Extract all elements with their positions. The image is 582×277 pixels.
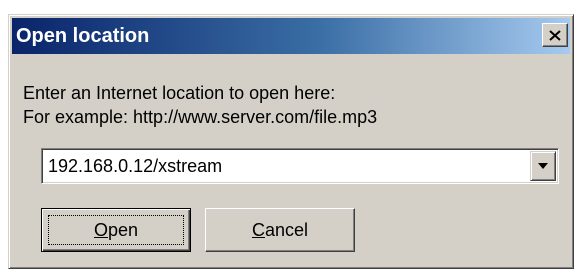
- close-icon: [549, 29, 561, 41]
- open-button-mnemonic: O: [93, 219, 108, 240]
- location-input[interactable]: [46, 152, 528, 180]
- cancel-button[interactable]: Cancel: [205, 208, 355, 252]
- chevron-down-icon: [538, 163, 548, 169]
- prompt-text-line1: Enter an Internet location to open here:: [23, 83, 336, 103]
- location-combobox[interactable]: [41, 148, 559, 184]
- dialog-title: Open location: [16, 25, 150, 47]
- open-button[interactable]: Open: [41, 208, 191, 252]
- location-dropdown-button[interactable]: [530, 151, 556, 181]
- title-bar[interactable]: Open location: [12, 18, 570, 54]
- open-location-dialog: Open location Enter an Internet location…: [8, 14, 574, 269]
- open-button-label: pen: [107, 219, 139, 240]
- cancel-button-mnemonic: C: [251, 219, 265, 240]
- close-button[interactable]: [542, 23, 568, 47]
- prompt-text-line2: For example: http://www.server.com/file.…: [23, 107, 378, 127]
- cancel-button-label: ancel: [264, 219, 309, 240]
